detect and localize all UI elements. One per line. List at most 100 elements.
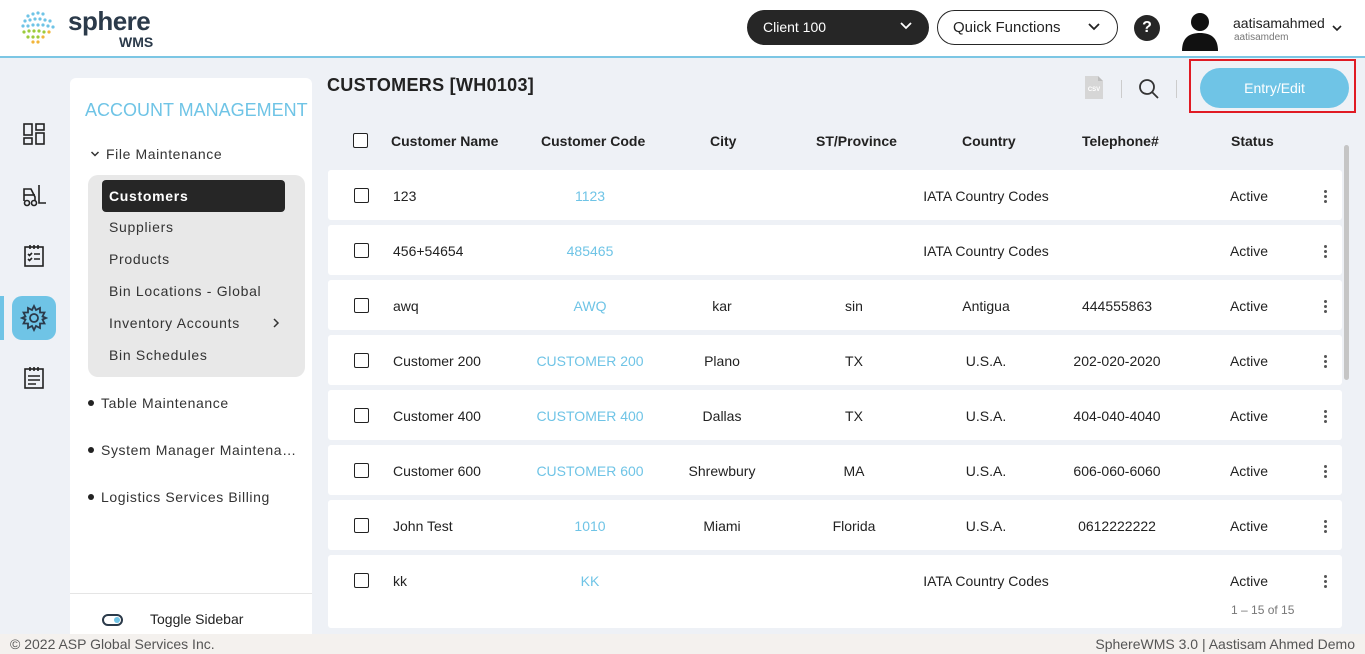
cell-country: U.S.A. — [965, 463, 1007, 479]
sidebar-item-bin-locations[interactable]: Bin Locations - Global — [109, 280, 261, 302]
table-row[interactable]: Customer 600 CUSTOMER 600 Shrewbury MA U… — [328, 445, 1342, 495]
dashboard-icon[interactable] — [12, 112, 56, 156]
sidebar-section-logistics-billing[interactable]: Logistics Services Billing — [88, 489, 303, 505]
table-scrollbar[interactable] — [1344, 145, 1349, 380]
cell-country: U.S.A. — [965, 518, 1007, 534]
csv-export-icon[interactable]: CSV — [1084, 75, 1104, 100]
logo-text: sphere — [68, 6, 151, 36]
cell-customer-name: awq — [393, 298, 419, 314]
page-footer: © 2022 ASP Global Services Inc. SphereWM… — [0, 634, 1365, 654]
cell-customer-code[interactable]: AWQ — [574, 298, 607, 314]
quick-functions-label: Quick Functions — [953, 19, 1061, 36]
row-checkbox[interactable] — [354, 243, 369, 258]
rail-active-marker — [0, 296, 4, 340]
chevron-down-icon — [90, 151, 100, 157]
quick-functions-select[interactable]: Quick Functions — [937, 10, 1118, 45]
toggle-sidebar-label[interactable]: Toggle Sidebar — [150, 611, 243, 627]
cell-st-province: MA — [843, 463, 865, 479]
user-name[interactable]: aatisamahmed — [1233, 15, 1325, 31]
row-checkbox[interactable] — [354, 298, 369, 313]
cell-customer-code[interactable]: CUSTOMER 200 — [536, 353, 643, 369]
sidebar-item-customers[interactable]: Customers — [102, 180, 285, 212]
select-all-checkbox[interactable] — [353, 133, 368, 148]
icon-rail — [0, 60, 70, 634]
cell-country: Antigua — [962, 298, 1010, 314]
cell-country: U.S.A. — [965, 408, 1007, 424]
table-row[interactable]: Customer 200 CUSTOMER 200 Plano TX U.S.A… — [328, 335, 1342, 385]
cell-status: Active — [1229, 408, 1269, 424]
col-st-province[interactable]: ST/Province — [816, 133, 897, 149]
table-row[interactable]: 123 1123 IATA Country Codes Active — [328, 170, 1342, 220]
chevron-down-icon[interactable] — [1331, 22, 1343, 34]
cell-customer-name: 456+54654 — [393, 243, 464, 259]
table-row[interactable]: 456+54654 485465 IATA Country Codes Acti… — [328, 225, 1342, 275]
cell-status: Active — [1229, 573, 1269, 589]
cell-customer-name: kk — [393, 573, 407, 589]
cell-customer-code[interactable]: 1123 — [575, 188, 605, 204]
col-city[interactable]: City — [710, 133, 736, 149]
col-status[interactable]: Status — [1231, 133, 1274, 149]
toggle-sidebar-switch[interactable] — [102, 614, 123, 626]
row-checkbox[interactable] — [354, 188, 369, 203]
cell-status: Active — [1229, 463, 1269, 479]
row-menu-icon[interactable] — [1324, 190, 1328, 204]
globe-logo-icon — [21, 11, 55, 44]
sidebar-item-products[interactable]: Products — [109, 248, 170, 270]
row-checkbox[interactable] — [354, 353, 369, 368]
sidebar-item-inventory-accounts[interactable]: Inventory Accounts — [109, 312, 284, 334]
cell-city: kar — [712, 298, 732, 314]
row-menu-icon[interactable] — [1324, 465, 1328, 479]
table-row[interactable]: Customer 400 CUSTOMER 400 Dallas TX U.S.… — [328, 390, 1342, 440]
report-icon[interactable] — [12, 356, 56, 400]
table-row[interactable]: kk KK IATA Country Codes Active — [328, 555, 1342, 628]
user-subtitle: aatisamdem — [1234, 32, 1289, 43]
sidebar-section-system-manager[interactable]: System Manager Maintenance — [88, 442, 303, 458]
sidebar-item-suppliers[interactable]: Suppliers — [109, 216, 174, 238]
cell-country: IATA Country Codes — [923, 188, 1049, 204]
cell-customer-name: 123 — [393, 188, 417, 204]
row-checkbox[interactable] — [354, 518, 369, 533]
row-checkbox[interactable] — [354, 408, 369, 423]
row-menu-icon[interactable] — [1324, 355, 1328, 369]
toolbar-divider — [1121, 80, 1122, 98]
table-row[interactable]: awq AWQ kar sin Antigua 444555863 Active — [328, 280, 1342, 330]
cell-customer-code[interactable]: 1010 — [574, 518, 605, 534]
top-header: sphere WMS Client 100 Quick Functions ? … — [0, 0, 1365, 58]
footer-copyright: © 2022 ASP Global Services Inc. — [10, 636, 215, 652]
chevron-down-icon — [900, 22, 912, 30]
row-checkbox[interactable] — [354, 463, 369, 478]
highlight-annotation-box — [1189, 59, 1356, 113]
cell-customer-code[interactable]: KK — [581, 573, 600, 589]
cell-country: IATA Country Codes — [923, 573, 1049, 589]
table-row[interactable]: John Test 1010 Miami Florida U.S.A. 0612… — [328, 500, 1342, 550]
cell-customer-code[interactable]: CUSTOMER 600 — [536, 463, 643, 479]
sidebar-section-table-maintenance[interactable]: Table Maintenance — [88, 395, 303, 411]
cell-customer-code[interactable]: CUSTOMER 400 — [536, 408, 643, 424]
gear-icon[interactable] — [12, 296, 56, 340]
forklift-icon[interactable] — [12, 173, 56, 217]
cell-customer-code[interactable]: 485465 — [567, 243, 614, 259]
row-menu-icon[interactable] — [1324, 300, 1328, 314]
row-menu-icon[interactable] — [1324, 520, 1328, 534]
row-menu-icon[interactable] — [1324, 410, 1328, 424]
logistics-billing-label: Logistics Services Billing — [101, 489, 270, 505]
col-telephone[interactable]: Telephone# — [1082, 133, 1159, 149]
sphere-wms-logo[interactable]: sphere WMS — [18, 6, 168, 52]
cell-country: U.S.A. — [965, 353, 1007, 369]
row-menu-icon[interactable] — [1324, 575, 1328, 589]
search-icon[interactable] — [1138, 78, 1160, 100]
clipboard-icon[interactable] — [12, 234, 56, 278]
cell-st-province: sin — [845, 298, 863, 314]
col-country[interactable]: Country — [962, 133, 1016, 149]
row-menu-icon[interactable] — [1324, 245, 1328, 259]
cell-st-province: TX — [845, 353, 863, 369]
file-maintenance-group[interactable]: File Maintenance — [90, 146, 222, 162]
col-customer-code[interactable]: Customer Code — [541, 133, 645, 149]
help-icon[interactable]: ? — [1134, 15, 1160, 41]
col-customer-name[interactable]: Customer Name — [391, 133, 498, 149]
cell-customer-name: John Test — [393, 518, 453, 534]
sidebar-item-bin-schedules[interactable]: Bin Schedules — [109, 344, 208, 366]
client-select[interactable]: Client 100 — [747, 10, 929, 45]
row-checkbox[interactable] — [354, 573, 369, 588]
user-avatar-icon[interactable] — [1178, 7, 1222, 51]
